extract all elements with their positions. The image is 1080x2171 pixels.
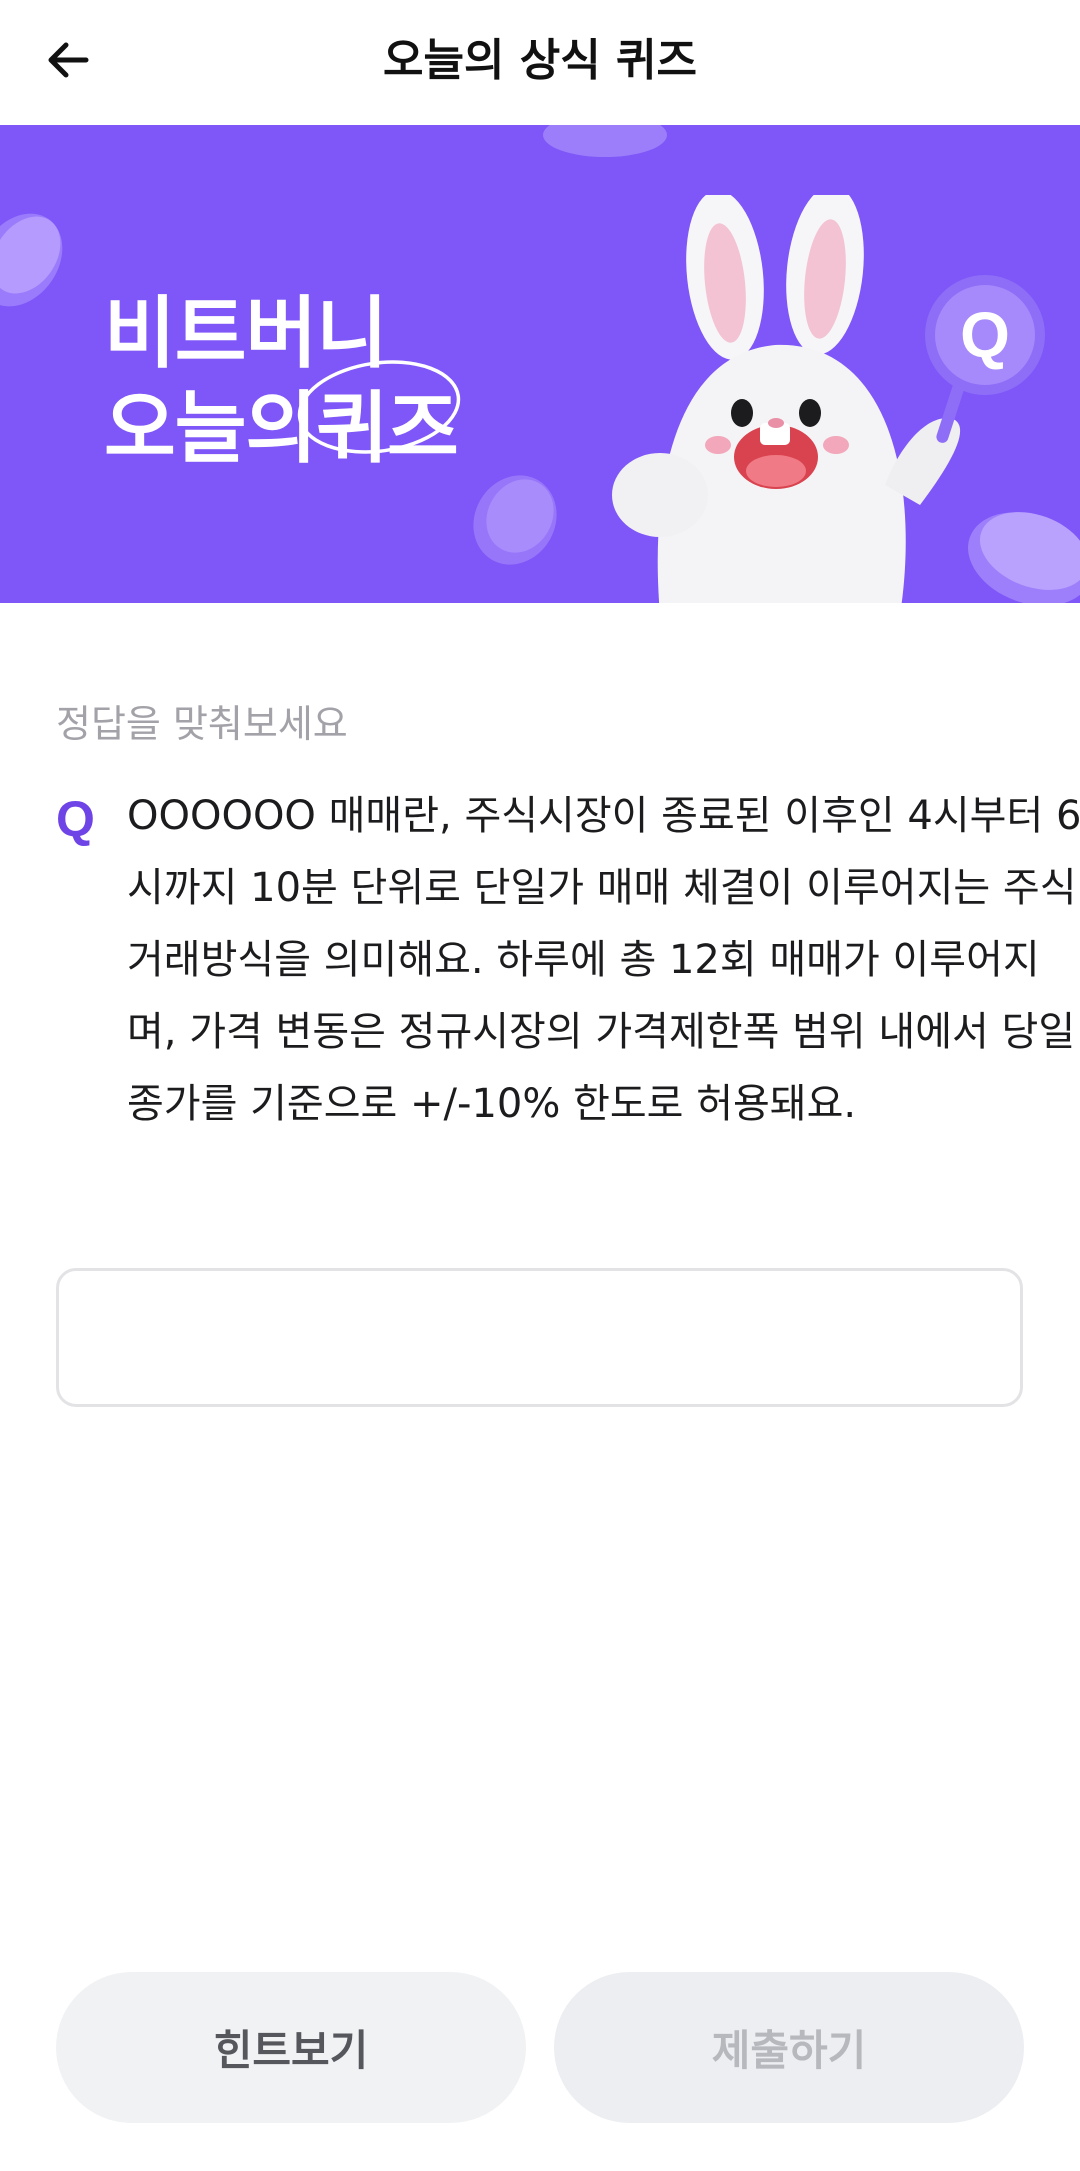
coin-decoration-icon	[543, 125, 667, 157]
quiz-prompt: 정답을 맞춰보세요	[56, 702, 348, 746]
question-marker: Q	[56, 791, 95, 847]
submit-button[interactable]: 제출하기	[554, 1972, 1024, 2123]
quiz-screen: 오늘의 상식 퀴즈 비트버니 오늘의 퀴즈 Q 정답을 맞춰보세요 Q OOOO…	[0, 0, 1080, 2171]
rabbit-mascot-icon: Q	[612, 195, 1045, 603]
coin-decoration-icon	[0, 213, 63, 307]
app-header: 오늘의 상식 퀴즈	[0, 0, 1080, 125]
circle-highlight-icon	[298, 360, 461, 454]
question-text: OOOOOO 매매란, 주식시장이 종료된 이후인 4시부터 6시까지 10분 …	[127, 793, 1080, 1127]
banner-title-prefix: 오늘의	[104, 384, 317, 474]
page-title: 오늘의 상식 퀴즈	[383, 35, 697, 86]
answer-input[interactable]	[56, 1268, 1023, 1407]
quiz-banner: 비트버니 오늘의 퀴즈 Q	[0, 125, 1080, 603]
banner-title-highlight-wrap: 퀴즈	[298, 360, 461, 478]
badge-letter: Q	[960, 299, 1010, 371]
coin-decoration-icon	[473, 475, 557, 565]
banner-title-line2: 오늘의 퀴즈	[104, 360, 461, 478]
hint-button[interactable]: 힌트보기	[56, 1972, 526, 2123]
